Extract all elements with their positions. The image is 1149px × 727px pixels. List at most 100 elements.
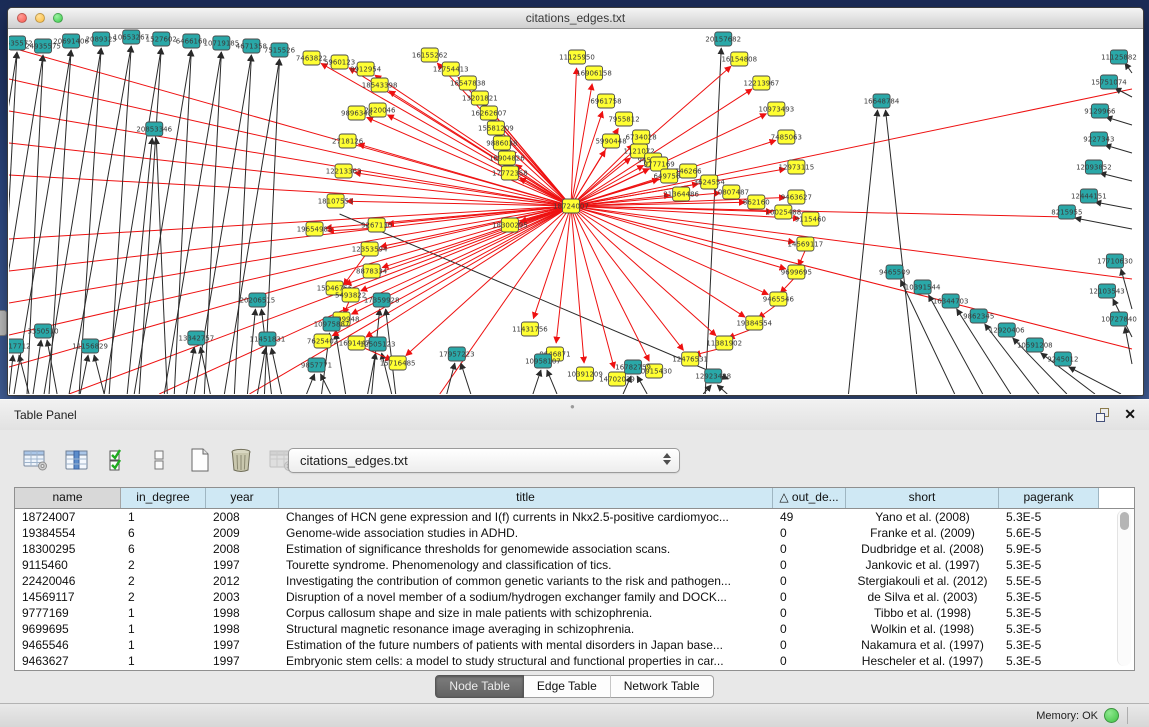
graph-node[interactable]: 19384554: [736, 316, 772, 330]
graph-node[interactable]: 16648784: [864, 94, 900, 108]
graph-node[interactable]: 12476531: [672, 352, 708, 366]
graph-edge[interactable]: [571, 206, 649, 361]
graph-node[interactable]: 10391209: [567, 367, 603, 381]
graph-edge[interactable]: [533, 370, 541, 394]
graph-node[interactable]: 20206515: [240, 293, 276, 307]
graph-node[interactable]: 10807487: [713, 185, 749, 199]
graph-node[interactable]: 11431756: [512, 322, 548, 336]
graph-node[interactable]: 9465509: [879, 265, 910, 279]
graph-edge[interactable]: [271, 348, 281, 394]
graph-node[interactable]: 17710630: [1097, 254, 1133, 268]
graph-edge[interactable]: [571, 206, 716, 336]
graph-node[interactable]: 9227343: [1083, 132, 1114, 146]
column-header-name[interactable]: name: [15, 488, 121, 508]
tab-network-table[interactable]: Network Table: [611, 675, 714, 698]
network-window[interactable]: citations_edges.txt 74638225960123891295…: [7, 7, 1144, 396]
graph-node[interactable]: 3917712: [9, 339, 31, 353]
network-canvas[interactable]: 7463822596012389129541854339822420046989…: [9, 29, 1142, 394]
graph-edge[interactable]: [547, 370, 557, 394]
graph-edge[interactable]: [637, 376, 647, 394]
graph-edge[interactable]: [9, 206, 571, 335]
graph-edge[interactable]: [307, 374, 315, 394]
minimize-window-icon[interactable]: [35, 13, 45, 23]
delete-table-icon[interactable]: [227, 447, 255, 473]
graph-node[interactable]: 7463822: [296, 51, 327, 65]
graph-node[interactable]: 10973493: [759, 102, 795, 116]
zoom-window-icon[interactable]: [53, 13, 63, 23]
graph-node[interactable]: 7955812: [608, 112, 639, 126]
column-header-in_degree[interactable]: in_degree: [121, 488, 206, 508]
graph-node[interactable]: 9699695: [781, 265, 812, 279]
column-header-pagerank[interactable]: pagerank: [999, 488, 1099, 508]
graph-node[interactable]: 12213967: [743, 76, 779, 90]
graph-edge[interactable]: [571, 206, 683, 350]
graph-node[interactable]: 9129966: [1084, 104, 1116, 118]
table-row[interactable]: 2242004622012Investigating the contribut…: [15, 573, 1134, 589]
table-panel-header[interactable]: ● Table Panel ✕: [0, 399, 1149, 430]
graph-edge[interactable]: [9, 206, 571, 303]
graph-node[interactable]: 20157682: [705, 32, 741, 46]
graph-node[interactable]: 6961758: [590, 94, 621, 108]
scrollbar-thumb[interactable]: [1120, 512, 1129, 530]
graph-edge[interactable]: [886, 110, 917, 394]
graph-edge[interactable]: [367, 117, 571, 206]
table-row[interactable]: 946362711997Embryonic stem cells: a mode…: [15, 653, 1134, 669]
graph-node[interactable]: 7485063: [771, 130, 802, 144]
graph-edge[interactable]: [571, 206, 1132, 349]
graph-node[interactable]: 10727840: [1101, 312, 1137, 326]
table-row[interactable]: 946554611997Estimation of the future num…: [15, 637, 1134, 653]
graph-edge[interactable]: [717, 385, 727, 394]
table-selector-dropdown[interactable]: citations_edges.txt: [288, 448, 680, 473]
graph-edge[interactable]: [556, 206, 571, 343]
graph-node[interactable]: 5990448: [595, 134, 626, 148]
graph-edge[interactable]: [848, 110, 877, 394]
graph-node[interactable]: 9245012: [1047, 352, 1078, 366]
graph-node[interactable]: 3624554: [694, 175, 726, 189]
table-row[interactable]: 969969511998Structural magnetic resonanc…: [15, 621, 1134, 637]
graph-node[interactable]: 15751074: [1091, 75, 1127, 89]
graph-edge[interactable]: [380, 206, 571, 247]
graph-node[interactable]: 9857771: [301, 358, 332, 372]
network-graph[interactable]: 7463822596012389129541854339822420046989…: [9, 29, 1142, 394]
graph-edge[interactable]: [94, 355, 104, 394]
column-header-title[interactable]: title: [279, 488, 773, 508]
graph-node[interactable]: 16154808: [721, 52, 757, 66]
graph-node[interactable]: 12444151: [1071, 189, 1107, 203]
graph-edge[interactable]: [447, 363, 455, 394]
graph-node[interactable]: 12093852: [1076, 160, 1112, 174]
window-titlebar[interactable]: citations_edges.txt: [8, 8, 1143, 29]
graph-edge[interactable]: [1095, 202, 1132, 209]
rows-icon[interactable]: [145, 447, 173, 473]
panel-drag-handle-icon[interactable]: ●: [570, 402, 576, 411]
graph-edge[interactable]: [247, 309, 255, 394]
graph-node[interactable]: 6466160: [176, 34, 207, 48]
tab-node-table[interactable]: Node Table: [435, 675, 524, 698]
graph-node[interactable]: 9862345: [963, 309, 994, 323]
graph-node[interactable]: 10653267: [113, 30, 149, 44]
graph-node[interactable]: 18107553: [318, 194, 354, 208]
graph-node[interactable]: 9886038: [486, 136, 517, 150]
float-window-icon[interactable]: [1096, 408, 1111, 422]
graph-node[interactable]: 10719185: [204, 36, 240, 50]
graph-node[interactable]: 16155262: [412, 48, 448, 62]
memory-ok-icon[interactable]: [1104, 708, 1119, 723]
graph-node[interactable]: 7515526: [264, 43, 296, 57]
graph-edge[interactable]: [33, 340, 41, 394]
column-header-out_de[interactable]: △ out_de...: [773, 488, 846, 508]
graph-edge[interactable]: [186, 347, 194, 394]
graph-node[interactable]: 17957223: [439, 347, 475, 361]
column-header-year[interactable]: year: [206, 488, 279, 508]
new-table-icon[interactable]: [186, 447, 214, 473]
graph-edge[interactable]: [1075, 218, 1132, 229]
graph-node[interactable]: 6734028: [626, 130, 657, 144]
graph-edge[interactable]: [1125, 327, 1132, 364]
column-visibility-icon[interactable]: [63, 447, 91, 473]
graph-node[interactable]: 12923488: [695, 369, 731, 383]
tab-edge-table[interactable]: Edge Table: [524, 675, 611, 698]
graph-node[interactable]: 15581209: [478, 121, 514, 135]
graph-edge[interactable]: [261, 309, 271, 394]
graph-node[interactable]: 1527602: [146, 32, 177, 46]
table-row[interactable]: 1830029562008Estimation of significance …: [15, 541, 1134, 557]
graph-node[interactable]: 7625402: [307, 334, 338, 348]
table-row[interactable]: 1938455462009Genome-wide association stu…: [15, 525, 1134, 541]
